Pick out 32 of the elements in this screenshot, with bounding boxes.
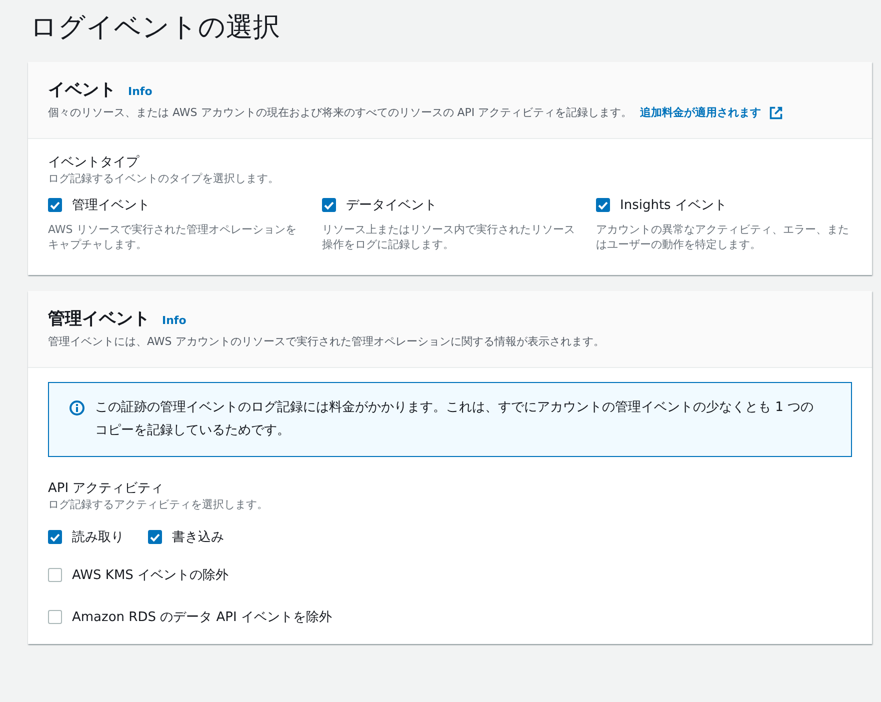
option-description: リソース上またはリソース内で実行されたリソース操作をログに記録します。 [322, 222, 576, 253]
info-link[interactable]: Info [128, 85, 152, 98]
checkbox[interactable] [148, 530, 162, 544]
checkbox-label: 管理イベント [72, 197, 150, 214]
checkbox[interactable] [48, 530, 62, 544]
checkbox-label: データイベント [346, 197, 437, 214]
section-description: 管理イベントには、AWS アカウントのリソースで実行された管理オペレーションに関する情報が表示されます。 [48, 334, 604, 349]
info-link[interactable]: Info [162, 314, 186, 327]
section-title: 管理イベント [48, 308, 150, 330]
pricing-link[interactable]: 追加料金が適用されます [640, 105, 762, 120]
checkbox[interactable] [596, 198, 610, 212]
checkbox-label: Insights イベント [620, 197, 727, 214]
page-title: ログイベントの選択 [30, 11, 281, 45]
option-description: AWS リソースで実行された管理オペレーションをキャプチャします。 [48, 222, 298, 253]
checkbox-label: Amazon RDS のデータ API イベントを除外 [72, 609, 332, 626]
checkbox-label: 読み取り [72, 529, 124, 546]
alert-text: この証跡の管理イベントのログ記録には料金がかかります。これは、すでにアカウントの管理イベントの少なくとも 1 つのコピーを記録しているためです。 [95, 398, 815, 440]
checkbox[interactable] [48, 198, 62, 212]
field-label: イベントタイプ [48, 154, 140, 171]
info-icon [69, 400, 85, 416]
external-link-icon [769, 106, 784, 120]
option-description: アカウントの異常なアクティビティ、エラー、またはユーザーの動作を特定します。 [596, 222, 850, 253]
section-title: イベント [48, 79, 116, 101]
checkbox[interactable] [322, 198, 336, 212]
field-hint: ログ記録するアクティビティを選択します。 [48, 497, 269, 512]
checkbox[interactable] [48, 568, 62, 582]
checkbox-label: AWS KMS イベントの除外 [72, 567, 229, 584]
field-label: API アクティビティ [48, 480, 165, 498]
checkbox-label: 書き込み [172, 529, 224, 546]
field-hint: ログ記録するイベントのタイプを選択します。 [48, 171, 280, 186]
checkbox[interactable] [48, 610, 62, 624]
section-description: 個々のリソース、または AWS アカウントの現在および将来のすべてのリソースの API アクティビティを記録します。 [48, 105, 632, 120]
